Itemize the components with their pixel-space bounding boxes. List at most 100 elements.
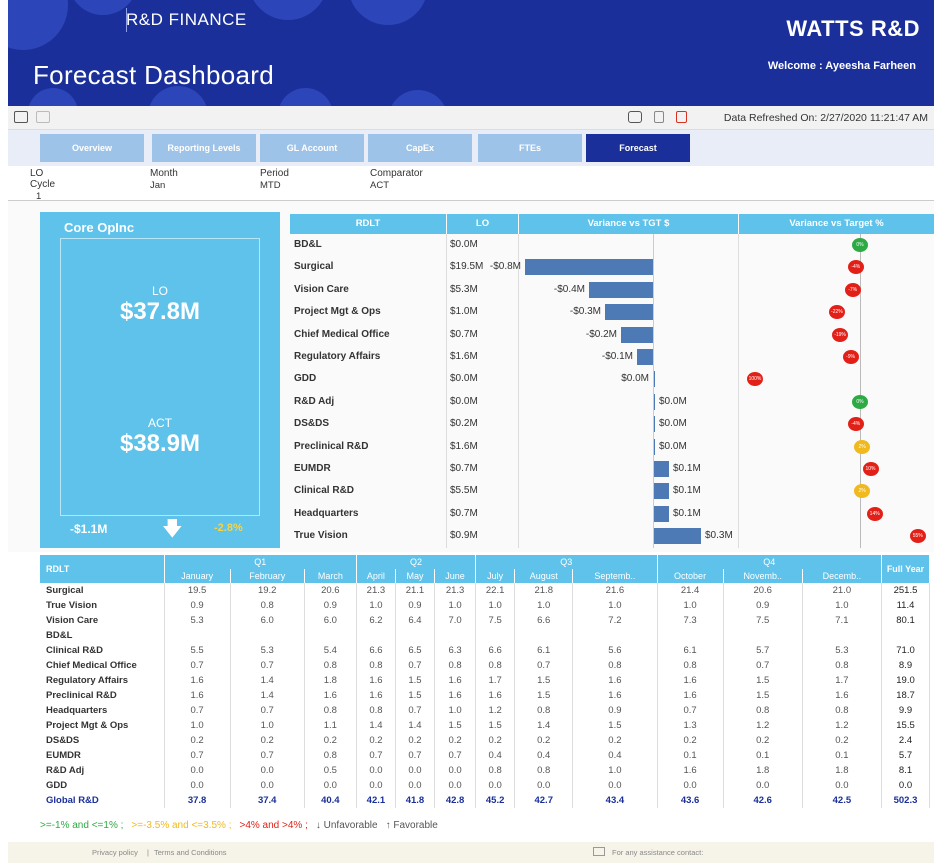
cell-value: 0.2 [475, 733, 516, 748]
variance-pct-dot[interactable]: 10% [862, 462, 879, 476]
variance-bar[interactable] [525, 259, 653, 276]
cell-value: 6.2 [356, 613, 396, 628]
rdlt-row[interactable]: DS&DS $0.2M [290, 413, 518, 435]
cell-value: 1.4 [514, 718, 574, 733]
table-row[interactable]: BD&L [40, 628, 930, 643]
variance-pct-dot[interactable]: 2% [854, 439, 871, 454]
table-row[interactable]: Clinical R&D 5.5 5.3 5.4 6.6 6.5 6.3 6.6 6.1 5.6 6… [40, 643, 930, 658]
filter-period[interactable]: Period MTD [260, 168, 289, 191]
rdlt-row[interactable]: EUMDR $0.7M [290, 458, 518, 480]
tablet-icon[interactable] [36, 111, 50, 123]
lo-header: LO [447, 214, 518, 234]
pdf-icon[interactable] [676, 111, 687, 123]
cell-value [164, 628, 231, 643]
rdlt-row[interactable]: Project Mgt & Ops $1.0M [290, 301, 518, 323]
table-row[interactable]: Project Mgt & Ops 1.0 1.0 1.1 1.4 1.4 1.5 1.5 1.… [40, 718, 930, 733]
variance-pct-dot[interactable]: -9% [842, 350, 859, 364]
filter-comparator[interactable]: Comparator ACT [370, 168, 423, 191]
variance-pct-dot[interactable]: -19% [832, 327, 849, 342]
rdlt-row[interactable]: GDD $0.0M [290, 368, 518, 390]
rdlt-row[interactable]: Preclinical R&D $1.6M [290, 436, 518, 458]
rdlt-row[interactable]: Vision Care $5.3M [290, 279, 518, 301]
tab-reporting-levels[interactable]: Reporting Levels [152, 134, 256, 162]
cell-value: 1.6 [164, 688, 231, 703]
cell-value: 1.2 [802, 718, 883, 733]
variance-pct-dot[interactable]: -4% [847, 417, 864, 432]
grid-quarter-header: Q3 [475, 555, 658, 569]
table-row[interactable]: Chief Medical Office 0.7 0.7 0.8 0.8 0.7 0.8 0.… [40, 658, 930, 673]
variance-pct-dot[interactable]: -7% [844, 282, 861, 297]
variance-pct-dot[interactable]: -22% [828, 305, 845, 320]
mobile-icon[interactable] [654, 111, 664, 123]
variance-bar[interactable] [653, 505, 669, 522]
cell-value: 21.4 [657, 583, 724, 598]
cell-value: 1.6 [475, 688, 516, 703]
cell-value: 43.4 [572, 793, 658, 808]
variance-pct-dot[interactable]: -4% [847, 260, 864, 275]
variance-bar[interactable] [653, 483, 669, 500]
variance-bar[interactable] [589, 281, 653, 298]
table-row[interactable]: DS&DS 0.2 0.2 0.2 0.2 0.2 0.2 0.2 0.2 0.2 0.2 0.2 0.… [40, 733, 930, 748]
table-row[interactable]: Global R&D 37.8 37.4 40.4 42.1 41.8 42.8 45.2 42… [40, 793, 930, 808]
filter-month[interactable]: Month Jan [150, 168, 178, 191]
table-row[interactable]: R&D Adj 0.0 0.0 0.5 0.0 0.0 0.0 0.8 0.8 1.0 1.6 1.8… [40, 763, 930, 778]
table-row[interactable]: True Vision 0.9 0.8 0.9 1.0 0.9 1.0 1.0 1.0 1.0 1.… [40, 598, 930, 613]
present-icon[interactable] [628, 111, 642, 123]
table-row[interactable]: Vision Care 5.3 6.0 6.0 6.2 6.4 7.0 7.5 6.6 7.2 7.… [40, 613, 930, 628]
tab-gl-account[interactable]: GL Account [260, 134, 364, 162]
table-row[interactable]: EUMDR 0.7 0.7 0.8 0.7 0.7 0.7 0.4 0.4 0.4 0.1 0.1 0.… [40, 748, 930, 763]
variance-bar[interactable] [653, 528, 701, 545]
cell-value: 0.5 [304, 763, 357, 778]
cell-value: 1.5 [475, 718, 516, 733]
table-row[interactable]: Surgical 19.5 19.2 20.6 21.3 21.1 21.3 22.1 21.8… [40, 583, 930, 598]
cell-value: 22.1 [475, 583, 516, 598]
row-name: Vision Care [40, 613, 165, 628]
variance-pct-dot[interactable]: 0% [852, 394, 868, 409]
rdlt-row[interactable]: True Vision $0.9M [290, 525, 518, 547]
variance-bar[interactable] [605, 304, 653, 321]
row-name: Headquarters [40, 703, 165, 718]
cell-value: 7.3 [657, 613, 724, 628]
table-row[interactable]: Headquarters 0.7 0.7 0.8 0.8 0.7 1.0 1.2 0.8 0.9 0… [40, 703, 930, 718]
filter-lo-cycle[interactable]: LO Cycle 1 [30, 168, 55, 202]
variance-pct-dot[interactable]: 100% [747, 372, 763, 387]
variance-pct-dot[interactable]: 55% [909, 529, 926, 544]
rdlt-header: RDLT [290, 214, 446, 234]
rdlt-row[interactable]: R&D Adj $0.0M [290, 391, 518, 413]
cell-value: 7.0 [434, 613, 477, 628]
cell-value: 1.8 [723, 763, 803, 778]
table-row[interactable]: GDD 0.0 0.0 0.0 0.0 0.0 0.0 0.0 0.0 0.0 0.0 0.0 0.0 0… [40, 778, 930, 793]
table-row[interactable]: Regulatory Affairs 1.6 1.4 1.8 1.6 1.5 1.6 1.7 1… [40, 673, 930, 688]
legend-item: >4% and >4% ; [239, 820, 308, 831]
row-name: Project Mgt & Ops [40, 718, 165, 733]
rdlt-row[interactable]: Surgical $19.5M [290, 256, 518, 278]
rdlt-row[interactable]: Chief Medical Office $0.7M [290, 324, 518, 346]
cell-value: 0.7 [230, 748, 305, 763]
rdlt-row[interactable]: Clinical R&D $5.5M [290, 480, 518, 502]
cell-full-year: 502.3 [881, 793, 930, 808]
rdlt-row[interactable]: Headquarters $0.7M [290, 503, 518, 525]
variance-bar[interactable] [653, 461, 669, 477]
tab-ftes[interactable]: FTEs [478, 134, 582, 162]
rdlt-row[interactable]: BD&L $0.0M [290, 234, 518, 256]
tab-forecast[interactable]: Forecast [586, 134, 690, 162]
variance-pct-dot[interactable]: 14% [866, 506, 883, 521]
rdlt-row[interactable]: Regulatory Affairs $1.6M [290, 346, 518, 368]
variance-pct-dot[interactable]: 0% [852, 238, 868, 252]
cell-value: 1.0 [475, 598, 516, 613]
variance-bar[interactable] [637, 349, 653, 365]
table-row[interactable]: Preclinical R&D 1.6 1.4 1.6 1.6 1.5 1.6 1.6 1.5 1… [40, 688, 930, 703]
terms-link[interactable]: Terms and Conditions [154, 848, 227, 857]
laptop-icon[interactable] [14, 111, 28, 123]
variance-pct-dot[interactable]: 2% [854, 484, 871, 499]
variance-bar[interactable] [621, 326, 653, 343]
tab-capex[interactable]: CapEx [368, 134, 472, 162]
tab-overview[interactable]: Overview [40, 134, 144, 162]
grid-month-header: February [230, 569, 305, 583]
filter-label: Period [260, 168, 289, 179]
cell-value: 1.4 [230, 688, 305, 703]
privacy-link[interactable]: Privacy policy [92, 848, 138, 857]
cell-value: 0.8 [230, 598, 305, 613]
rdlt-name: EUMDR [294, 463, 331, 474]
grid-quarter-header: Q2 [356, 555, 477, 569]
